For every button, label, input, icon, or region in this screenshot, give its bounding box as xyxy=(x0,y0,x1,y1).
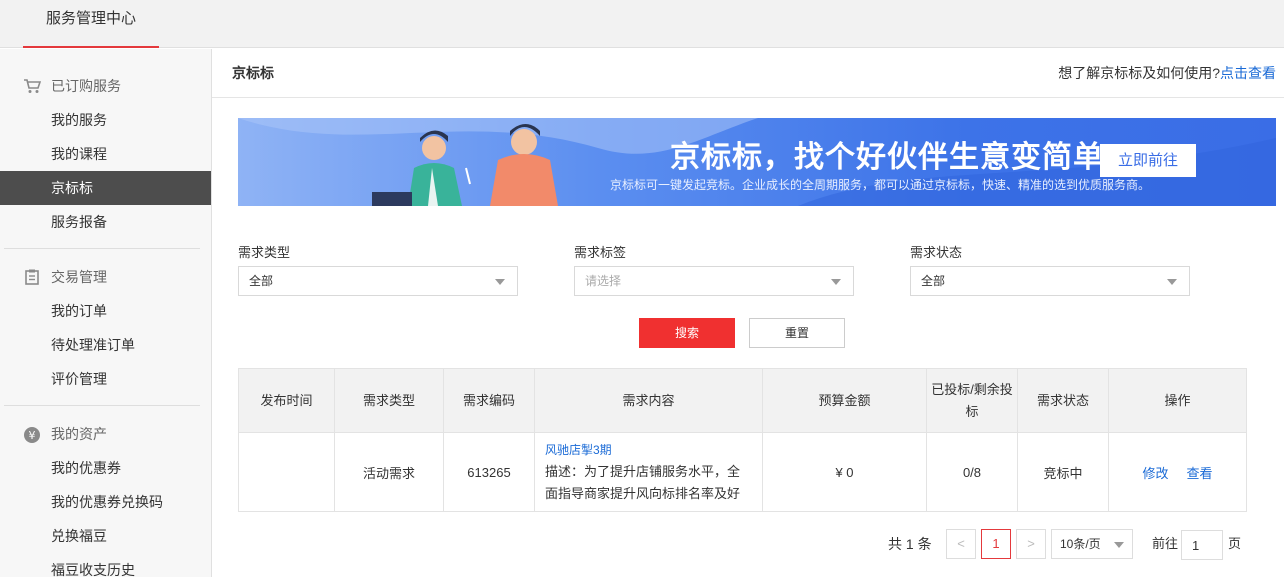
col-header-content: 需求内容 xyxy=(534,368,763,433)
page-number-current[interactable]: 1 xyxy=(981,529,1011,559)
filter-type-label: 需求类型 xyxy=(238,245,291,260)
goto-page-input[interactable] xyxy=(1181,530,1223,560)
top-nav: 服务管理中心 xyxy=(0,0,1284,48)
col-header-code: 需求编码 xyxy=(443,368,535,433)
cell-budget: ¥ 0 xyxy=(762,432,927,512)
sidebar-group-trade: 交易管理 xyxy=(0,262,211,292)
sidebar-item-my-coupons[interactable]: 我的优惠券 xyxy=(0,451,211,485)
help-text: 想了解京标标及如何使用?点击查看 xyxy=(1058,49,1276,98)
filter-type-select[interactable]: 全部 xyxy=(238,266,518,296)
tab-service-center[interactable]: 服务管理中心 xyxy=(23,0,159,48)
page-size-value: 10条/页 xyxy=(1060,537,1101,551)
col-header-time: 发布时间 xyxy=(238,368,335,433)
sidebar-item-service-report[interactable]: 服务报备 xyxy=(0,205,211,239)
page-title: 京标标 xyxy=(232,65,274,81)
next-page-button[interactable]: > xyxy=(1016,529,1046,559)
filter-tag-select[interactable]: 请选择 xyxy=(574,266,854,296)
tab-label: 服务管理中心 xyxy=(45,10,136,27)
sidebar-group-assets: ¥ 我的资产 xyxy=(0,419,211,449)
filter-status-select[interactable]: 全部 xyxy=(910,266,1190,296)
cell-type: 活动需求 xyxy=(334,432,444,512)
sidebar-item-coupon-codes[interactable]: 我的优惠券兑换码 xyxy=(0,485,211,519)
sidebar-item-reviews[interactable]: 评价管理 xyxy=(0,362,211,396)
sidebar-item-fudou-history[interactable]: 福豆收支历史 xyxy=(0,553,211,577)
cell-code: 613265 xyxy=(443,432,535,512)
reset-button[interactable]: 重置 xyxy=(749,318,845,348)
select-placeholder: 请选择 xyxy=(585,274,622,288)
sidebar-group-title: 交易管理 xyxy=(51,269,107,285)
cart-icon xyxy=(23,78,42,94)
demand-description: 描述：为了提升店铺服务水平，全面指导商家提升风向标排名率及好店打造... xyxy=(545,464,741,501)
cell-content: 风驰店掣3期 描述：为了提升店铺服务水平，全面指导商家提升风向标排名率及好店打造… xyxy=(534,432,763,512)
view-link[interactable]: 查看 xyxy=(1187,466,1213,481)
sidebar-item-pending-orders[interactable]: 待处理准订单 xyxy=(0,328,211,362)
page-header: 京标标 想了解京标标及如何使用?点击查看 xyxy=(212,49,1284,98)
col-header-actions: 操作 xyxy=(1108,368,1247,433)
col-header-status: 需求状态 xyxy=(1017,368,1109,433)
active-tab-indicator xyxy=(23,46,159,48)
sidebar: 已订购服务 我的服务 我的课程 京标标 服务报备 交易管理 我的订单 待处理准订… xyxy=(0,49,212,577)
help-question: 想了解京标标及如何使用? xyxy=(1058,65,1220,81)
cell-actions: 修改 查看 xyxy=(1108,432,1247,512)
sidebar-group-title: 已订购服务 xyxy=(51,78,121,94)
select-value: 全部 xyxy=(249,274,274,288)
caret-down-icon xyxy=(1167,279,1177,285)
table-row: 活动需求 613265 风驰店掣3期 描述：为了提升店铺服务水平，全面指导商家提… xyxy=(238,432,1247,512)
sidebar-item-redeem-fudou[interactable]: 兑换福豆 xyxy=(0,519,211,553)
filter-status-label: 需求状态 xyxy=(910,245,963,260)
edit-link[interactable]: 修改 xyxy=(1142,466,1168,481)
select-value: 全部 xyxy=(921,274,946,288)
promo-banner: 京标标，找个好伙伴生意变简单 京标标可一键发起竞标。企业成长的全周期服务，都可以… xyxy=(238,118,1276,206)
sidebar-divider xyxy=(4,248,200,249)
pagination-total: 共 1 条 xyxy=(888,536,932,552)
clipboard-icon xyxy=(23,269,41,285)
caret-down-icon xyxy=(831,279,841,285)
page-size-select[interactable]: 10条/页 xyxy=(1051,529,1133,559)
sidebar-item-my-services[interactable]: 我的服务 xyxy=(0,103,211,137)
filter-tag-label: 需求标签 xyxy=(574,245,627,260)
search-button[interactable]: 搜索 xyxy=(639,318,735,348)
sidebar-group-subscribed: 已订购服务 xyxy=(0,71,211,101)
cell-bids: 0/8 xyxy=(926,432,1018,512)
table-header-row: 发布时间 需求类型 需求编码 需求内容 预算金额 已投标/剩余投标 需求状态 操… xyxy=(238,368,1247,433)
sidebar-group-title: 我的资产 xyxy=(51,426,107,442)
col-header-type: 需求类型 xyxy=(334,368,444,433)
demand-title-link[interactable]: 风驰店掣3期 xyxy=(545,439,752,461)
col-header-bids: 已投标/剩余投标 xyxy=(926,368,1018,433)
caret-down-icon xyxy=(1114,542,1124,548)
cell-status: 竞标中 xyxy=(1017,432,1109,512)
goto-label: 前往 xyxy=(1152,536,1179,551)
svg-text:¥: ¥ xyxy=(29,429,36,442)
sidebar-divider xyxy=(4,405,200,406)
banner-title: 京标标，找个好伙伴生意变简单 xyxy=(670,141,1104,174)
caret-down-icon xyxy=(495,279,505,285)
demand-table: 发布时间 需求类型 需求编码 需求内容 预算金额 已投标/剩余投标 需求状态 操… xyxy=(238,368,1247,512)
banner-subtitle: 京标标可一键发起竞标。企业成长的全周期服务，都可以通过京标标，快速、精准的选到优… xyxy=(610,178,1151,192)
sidebar-item-jingbiaobiao[interactable]: 京标标 xyxy=(0,171,211,205)
yen-icon: ¥ xyxy=(23,426,41,443)
sidebar-item-my-orders[interactable]: 我的订单 xyxy=(0,294,211,328)
go-now-button[interactable]: 立即前往 xyxy=(1100,144,1196,177)
sidebar-item-my-courses[interactable]: 我的课程 xyxy=(0,137,211,171)
goto-unit: 页 xyxy=(1228,536,1242,551)
col-header-budget: 预算金额 xyxy=(762,368,927,433)
cell-time xyxy=(238,432,335,512)
main-content: 京标标 想了解京标标及如何使用?点击查看 京标标，找个好伙伴生意变简单 京标标可… xyxy=(212,49,1284,577)
help-link[interactable]: 点击查看 xyxy=(1220,65,1276,81)
prev-page-button[interactable]: < xyxy=(946,529,976,559)
